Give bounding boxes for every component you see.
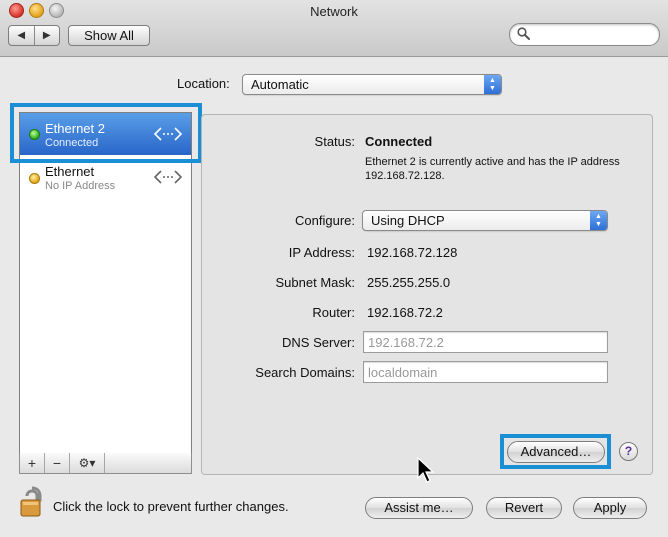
dns-server-label: DNS Server:	[282, 335, 355, 350]
back-button[interactable]: ◀	[9, 26, 34, 45]
subnet-mask-value: 255.255.255.0	[367, 275, 451, 290]
ethernet-arrows-icon	[153, 170, 183, 184]
search-input[interactable]	[509, 23, 660, 46]
service-list[interactable]: Ethernet 2 Connected Ethernet No IP Addr…	[19, 112, 192, 454]
service-status: Connected	[45, 137, 99, 149]
dns-server-placeholder: 192.168.72.2	[368, 335, 444, 350]
mouse-pointer-icon	[417, 457, 435, 483]
location-value: Automatic	[251, 77, 309, 92]
search-icon	[517, 27, 530, 40]
gear-menu-button[interactable]: ⚙▾	[70, 453, 105, 473]
window-toolbar: Network ◀ ▶ Show All	[0, 0, 668, 57]
configure-popup[interactable]: Using DHCP ▲ ▼	[362, 210, 608, 231]
location-popup[interactable]: Automatic ▲ ▼	[242, 74, 502, 95]
subnet-mask-label: Subnet Mask:	[275, 275, 356, 290]
advanced-button[interactable]: Advanced…	[507, 441, 605, 463]
lock-message: Click the lock to prevent further change…	[53, 499, 289, 514]
remove-service-button[interactable]: −	[45, 453, 70, 473]
status-yellow-icon	[29, 173, 40, 184]
lock-icon[interactable]	[19, 486, 45, 518]
popup-arrows-icon: ▲ ▼	[484, 75, 501, 94]
location-label: Location:	[177, 76, 230, 91]
forward-button[interactable]: ▶	[33, 26, 60, 45]
assist-me-button[interactable]: Assist me…	[365, 497, 473, 519]
ip-address-value: 192.168.72.128	[367, 245, 458, 260]
search-domains-field[interactable]: localdomain	[363, 361, 608, 383]
window-title: Network	[310, 4, 358, 19]
help-button[interactable]: ?	[619, 442, 638, 461]
service-item-ethernet[interactable]: Ethernet No IP Address	[20, 161, 191, 203]
search-domains-label: Search Domains:	[255, 365, 355, 380]
ethernet-arrows-icon	[153, 127, 183, 141]
ip-address-label: IP Address:	[288, 245, 355, 260]
revert-button[interactable]: Revert	[486, 497, 562, 519]
popup-arrows-icon: ▲ ▼	[590, 211, 607, 230]
status-value: Connected	[365, 134, 433, 149]
router-value: 192.168.72.2	[367, 305, 443, 320]
service-status: No IP Address	[45, 180, 116, 192]
forward-arrow-icon: ▶	[42, 30, 51, 41]
service-list-toolbar: + − ⚙▾	[19, 453, 192, 474]
show-all-button[interactable]: Show All	[68, 25, 150, 46]
service-name: Ethernet	[45, 164, 95, 179]
configure-value: Using DHCP	[371, 213, 445, 228]
status-label: Status:	[314, 134, 355, 149]
apply-button[interactable]: Apply	[573, 497, 647, 519]
search-domains-placeholder: localdomain	[368, 365, 438, 380]
service-name: Ethernet 2	[45, 121, 105, 136]
status-description: Ethernet 2 is currently active and has t…	[365, 156, 620, 182]
add-service-button[interactable]: +	[20, 453, 45, 473]
dns-server-field[interactable]: 192.168.72.2	[363, 331, 608, 353]
configure-label: Configure:	[295, 213, 355, 228]
back-arrow-icon: ◀	[17, 30, 26, 41]
back-forward-control: ◀ ▶	[8, 25, 60, 46]
status-green-icon	[29, 129, 40, 140]
router-label: Router:	[312, 305, 355, 320]
service-item-ethernet-2[interactable]: Ethernet 2 Connected	[20, 113, 191, 155]
